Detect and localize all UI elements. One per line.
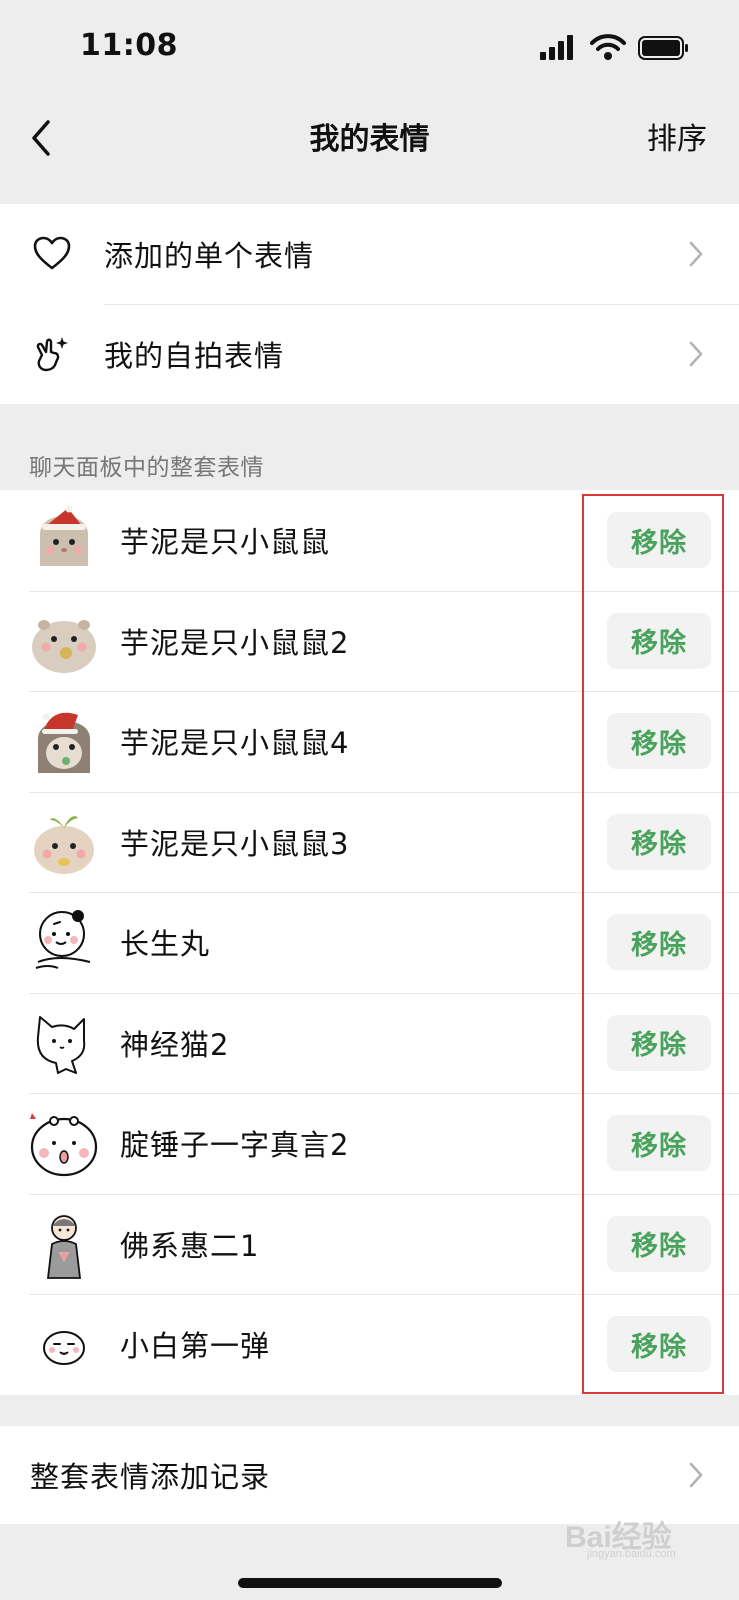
watermark-sub: jingyan.baidu.com [587,1548,676,1560]
wifi-icon [590,34,626,60]
heart-icon [33,236,71,270]
list-item: 神经猫2 移除 [0,992,739,1094]
list-item: 芋泥是只小鼠鼠4 移除 [0,691,739,792]
pack-name: 芋泥是只小鼠鼠2 [120,625,350,660]
hamster-hat-sticker [38,712,90,774]
remove-button[interactable]: 移除 [607,1215,711,1272]
list-item: 佛系惠二1 移除 [0,1193,739,1295]
remove-button[interactable]: 移除 [607,1115,711,1172]
menu-item-single-stickers[interactable]: 添加的单个表情 [0,204,739,304]
remove-button[interactable]: 移除 [607,1014,711,1071]
chevron-left-icon[interactable] [22,112,62,164]
hamster-sprout-sticker [34,815,94,874]
nav-bar: 我的表情 排序 [0,88,739,198]
list-item: 芋泥是只小鼠鼠3 移除 [0,791,739,893]
round-man-sticker [35,910,91,970]
menu-item-add-history[interactable]: 整套表情添加记录 [0,1426,739,1524]
hamster-santa-sticker [40,505,88,567]
chevron-right-icon [689,341,703,367]
pack-name: 神经猫2 [120,1027,230,1062]
list-item: 芋泥是只小鼠鼠2 移除 [0,590,739,692]
pack-name: 小白第一弹 [120,1329,271,1364]
status-bar: 11:08 [0,0,739,88]
menu-label: 我的自拍表情 [104,339,285,373]
menu-group: 添加的单个表情 我的自拍表情 [0,204,739,404]
signal-icon [540,35,573,60]
battery-icon [638,36,688,60]
remove-button[interactable]: 移除 [607,813,711,870]
baidu-watermark: Bai经验 jingyan.baidu.com [565,1512,715,1562]
sort-button[interactable]: 排序 [647,114,707,158]
chevron-right-icon [689,241,703,267]
white-bun-sticker [43,1331,85,1366]
white-cat-sticker [36,1015,86,1074]
menu-label: 添加的单个表情 [104,239,315,273]
remove-button[interactable]: 移除 [607,612,711,669]
hamster-eating-sticker [32,619,96,673]
status-time: 11:08 [80,28,178,63]
remove-button[interactable]: 移除 [607,512,711,569]
section-header: 聊天面板中的整套表情 [29,455,264,481]
pack-name: 腚锤子一字真言2 [120,1128,350,1163]
history-label: 整套表情添加记录 [30,1460,271,1494]
pack-name: 芋泥是只小鼠鼠 [120,525,331,560]
pack-name: 长生丸 [120,927,211,962]
menu-item-selfie-stickers[interactable]: 我的自拍表情 [0,304,739,404]
pack-name: 佛系惠二1 [120,1228,260,1263]
monk-sticker [46,1214,82,1279]
list-item: 腚锤子一字真言2 移除 [0,1093,739,1194]
page-title: 我的表情 [309,122,430,157]
pack-name: 芋泥是只小鼠鼠3 [120,826,350,861]
remove-button[interactable]: 移除 [607,713,711,770]
pack-name: 芋泥是只小鼠鼠4 [120,726,350,761]
sticker-pack-list: 芋泥是只小鼠鼠 移除 芋泥是只小鼠鼠2 移除 芋泥是只小鼠鼠4 移除 芋泥是只小… [0,490,739,1395]
list-item: 小白第一弹 移除 [0,1294,739,1395]
home-indicator[interactable] [238,1578,502,1588]
remove-button[interactable]: 移除 [607,1316,711,1373]
remove-button[interactable]: 移除 [607,914,711,971]
chevron-right-icon [689,1462,703,1488]
list-item: 长生丸 移除 [0,892,739,993]
list-item: 芋泥是只小鼠鼠 移除 [0,490,739,591]
round-face-sticker [30,1113,98,1177]
hand-sparkle-icon [36,337,68,372]
